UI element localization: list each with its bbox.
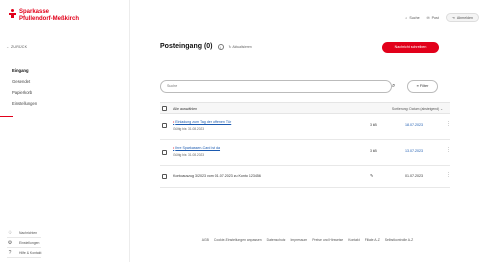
back-link[interactable]: ← ZURÜCK bbox=[6, 45, 27, 49]
title-row: Posteingang (0) i ↻ Aktualisieren bbox=[160, 43, 252, 50]
logout-button[interactable]: ⇥ Abmelden bbox=[445, 13, 479, 22]
arrow-left-icon: ← bbox=[6, 45, 10, 49]
sidebar-link-nachrichten[interactable]: ♢ Nachrichten bbox=[7, 228, 42, 238]
sort-label: Sortierung: Datum (absteigend) bbox=[391, 106, 440, 111]
search-icon: ⌕ bbox=[405, 15, 408, 20]
footer-link-impressum[interactable]: Impressum bbox=[290, 238, 307, 242]
message-subject[interactable]: Kontoauszug 3/2023 vom 01.07.2023 zu Kon… bbox=[173, 174, 261, 178]
sidebar-nav: Eingang Gesendet Papierkorb Einstellunge… bbox=[12, 65, 37, 109]
sidebar-link-hilfe[interactable]: ? Hilfe & Kontakt bbox=[7, 248, 42, 258]
top-search-label: Suche bbox=[409, 15, 420, 20]
logout-icon: ⇥ bbox=[451, 15, 455, 20]
footer-link-kontakt[interactable]: Kontakt bbox=[348, 238, 360, 242]
sidebar-item-gesendet[interactable]: Gesendet bbox=[12, 76, 37, 87]
message-date: 13.07.2023 bbox=[405, 149, 423, 153]
message-subject[interactable]: •Ihre Sparkassen-Card ist da bbox=[173, 146, 220, 150]
sidebar-item-einstellungen[interactable]: Einstellungen bbox=[12, 98, 37, 109]
subject-text: Ihre Sparkassen-Card ist da bbox=[175, 146, 221, 150]
row-checkbox[interactable] bbox=[162, 123, 167, 128]
paperclip-icon: ✎ bbox=[370, 173, 374, 178]
gear-icon: ⚙ bbox=[7, 239, 13, 246]
footer-link-agb[interactable]: AGB bbox=[202, 238, 209, 242]
info-icon[interactable]: i bbox=[217, 43, 224, 50]
footer-link-filiale[interactable]: Filiale A-Z bbox=[365, 238, 380, 242]
help-icon: ? bbox=[8, 249, 12, 256]
search-input[interactable] bbox=[167, 84, 357, 88]
more-options-icon[interactable]: ⋮ bbox=[446, 121, 451, 127]
active-indicator-line bbox=[0, 116, 13, 117]
brand-name-line1: Sparkasse bbox=[19, 9, 50, 15]
top-post-label: Post bbox=[431, 15, 439, 20]
sidebar-link-label: Hilfe & Kontakt bbox=[19, 250, 42, 255]
message-size: 3 kB bbox=[370, 149, 377, 153]
page-title: Posteingang (0) bbox=[160, 43, 213, 50]
more-options-icon[interactable]: ⋮ bbox=[446, 172, 451, 178]
sparkasse-logo-icon bbox=[9, 9, 16, 18]
table-row[interactable]: •Einladung zum Tag der offenen Tür Gülti… bbox=[160, 114, 451, 140]
message-size: 3 kB bbox=[370, 123, 377, 127]
footer-link-preise[interactable]: Preise und Hinweise bbox=[312, 238, 343, 242]
logout-label: Abmelden bbox=[456, 15, 473, 20]
table-row[interactable]: Kontoauszug 3/2023 vom 01.07.2023 zu Kon… bbox=[160, 166, 451, 188]
footer-link-cookies[interactable]: Cookie-Einstellungen anpassen bbox=[214, 238, 262, 242]
footer-link-datenschutz[interactable]: Datenschutz bbox=[267, 238, 286, 242]
footer-link-selbstkontrolle[interactable]: Selbstkontrolle A-Z bbox=[385, 238, 413, 242]
refresh-label: Aktualisieren bbox=[232, 44, 252, 49]
top-search-button[interactable]: ⌕ Suche bbox=[405, 16, 419, 20]
refresh-button[interactable]: ↻ Aktualisieren bbox=[229, 45, 252, 49]
message-valid-until: Gültig bis: 31.08.2023 bbox=[173, 127, 205, 131]
footer: AGB Cookie-Einstellungen anpassen Datens… bbox=[130, 238, 485, 242]
filter-icon: ≡ bbox=[416, 84, 419, 88]
app-frame: Sparkasse Pfullendorf-Meßkirch ← ZURÜCK … bbox=[0, 0, 485, 262]
sidebar-bottom-links: ♢ Nachrichten ⚙ Einstellungen ? Hilfe & … bbox=[7, 228, 42, 258]
select-all-checkbox[interactable] bbox=[162, 106, 167, 111]
chevron-down-icon: ⌄ bbox=[440, 106, 443, 111]
subject-text: Einladung zum Tag der offenen Tür bbox=[175, 120, 232, 124]
footer-links: AGB Cookie-Einstellungen anpassen Datens… bbox=[130, 238, 485, 242]
row-checkbox[interactable] bbox=[162, 174, 167, 179]
row-checkbox[interactable] bbox=[162, 150, 167, 155]
message-table: Alle auswählen Sortierung: Datum (abstei… bbox=[160, 102, 451, 188]
search-icon[interactable]: ⌕ bbox=[392, 83, 395, 90]
table-row[interactable]: •Ihre Sparkassen-Card ist da Gültig bis:… bbox=[160, 140, 451, 166]
sidebar-link-label: Einstellungen bbox=[19, 240, 40, 245]
message-date: 01.07.2023 bbox=[405, 174, 423, 178]
message-subject[interactable]: •Einladung zum Tag der offenen Tür bbox=[173, 120, 231, 124]
select-all-label: Alle auswählen bbox=[173, 106, 198, 111]
table-header: Alle auswählen Sortierung: Datum (abstei… bbox=[160, 102, 450, 114]
top-actions: ⌕ Suche ✉ Post ⇥ Abmelden bbox=[405, 13, 479, 22]
filter-button[interactable]: ≡ Filter bbox=[407, 80, 438, 93]
sidebar: Sparkasse Pfullendorf-Meßkirch ← ZURÜCK … bbox=[0, 0, 130, 262]
sort-dropdown[interactable]: Sortierung: Datum (absteigend) ⌄ bbox=[392, 107, 443, 111]
sidebar-link-einstellungen[interactable]: ⚙ Einstellungen bbox=[7, 238, 42, 248]
top-post-button[interactable]: ✉ Post bbox=[427, 16, 439, 20]
sidebar-link-label: Nachrichten bbox=[19, 230, 38, 235]
more-options-icon[interactable]: ⋮ bbox=[446, 147, 451, 153]
message-valid-until: Gültig bis: 31.08.2023 bbox=[173, 153, 205, 157]
bell-icon: ♢ bbox=[7, 229, 13, 236]
back-label: ZURÜCK bbox=[11, 45, 28, 49]
sidebar-item-papierkorb[interactable]: Papierkorb bbox=[12, 87, 37, 98]
filter-label: Filter bbox=[419, 84, 429, 88]
new-message-button[interactable]: Nachricht schreiben bbox=[382, 42, 439, 53]
message-date: 18.07.2023 bbox=[405, 123, 423, 127]
brand-logo[interactable]: Sparkasse Pfullendorf-Meßkirch bbox=[9, 9, 79, 23]
brand-name-line2: Pfullendorf-Meßkirch bbox=[19, 16, 80, 22]
refresh-icon: ↻ bbox=[228, 44, 232, 49]
top-bar: ⌕ Suche ✉ Post ⇥ Abmelden bbox=[130, 0, 485, 38]
search-field[interactable] bbox=[160, 80, 392, 93]
sidebar-item-eingang[interactable]: Eingang bbox=[12, 65, 37, 76]
mailbox-icon: ✉ bbox=[426, 15, 430, 20]
